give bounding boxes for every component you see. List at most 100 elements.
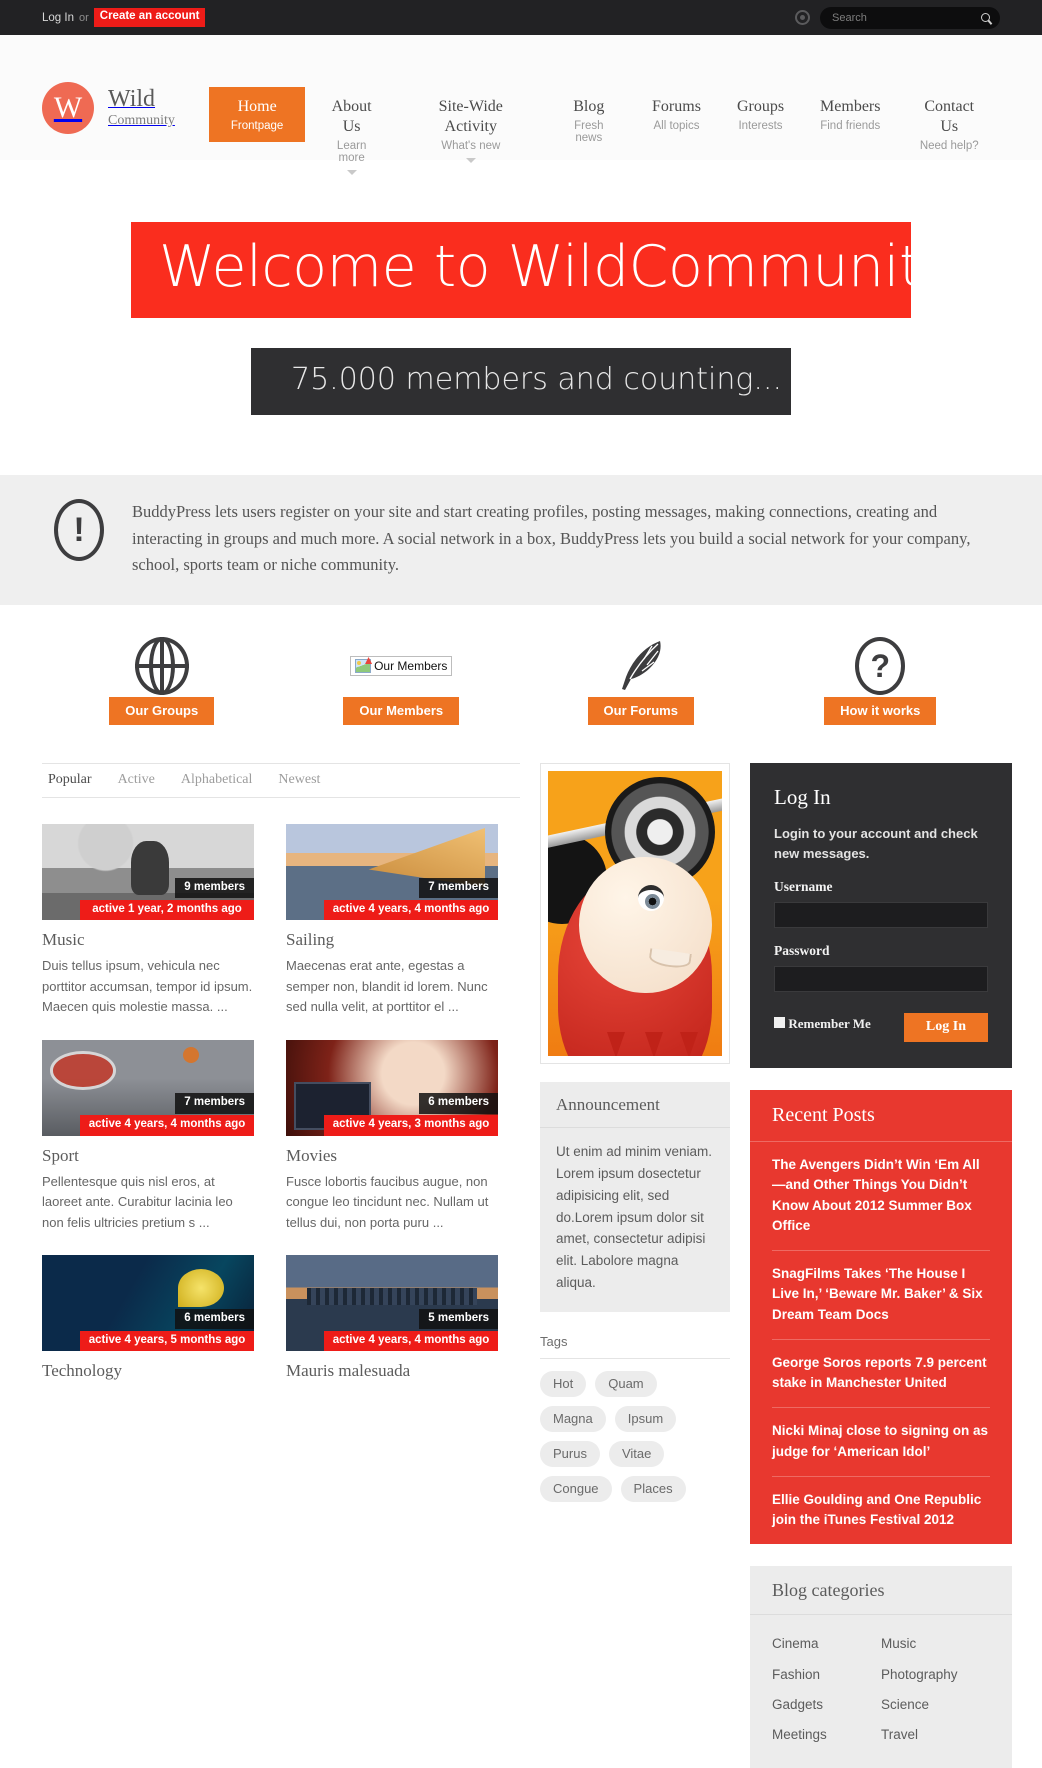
group-card[interactable]: 6 members active 4 years, 5 months ago Tec… — [42, 1255, 254, 1387]
group-title-link[interactable]: Movies — [286, 1146, 498, 1166]
recent-post-link[interactable]: George Soros reports 7.9 percent stake i… — [772, 1340, 990, 1408]
tag-chip[interactable]: Congue — [540, 1476, 612, 1503]
search-box[interactable] — [820, 6, 1000, 29]
recent-post-item: The Avengers Didn’t Win ‘Em All—and Othe… — [772, 1142, 990, 1251]
group-card[interactable]: 7 members active 4 years, 4 months ago Spo… — [42, 1039, 254, 1234]
blog-category-link[interactable]: Science — [881, 1690, 990, 1720]
blog-category-link[interactable]: Fashion — [772, 1660, 881, 1690]
nav-item-about-us[interactable]: About Us Learn more — [305, 87, 398, 185]
nav-item-subtitle: All topics — [653, 120, 700, 132]
group-title-link[interactable]: Music — [42, 930, 254, 950]
our-forums-button[interactable]: Our Forums — [587, 697, 694, 725]
blog-category-link[interactable]: Gadgets — [772, 1690, 881, 1720]
site-logo[interactable]: W Wild Community — [42, 82, 175, 134]
group-tab-alphabetical[interactable]: Alphabetical — [181, 772, 253, 788]
nav-item-home[interactable]: Home Frontpage — [208, 87, 306, 142]
group-card[interactable]: 9 members active 1 year, 2 months ago Musi… — [42, 824, 254, 1018]
site-header: W Wild Community Home Frontpage About Us Le… — [0, 35, 1042, 175]
group-thumbnail[interactable]: 9 members active 1 year, 2 months ago — [42, 824, 254, 920]
feature-our-groups[interactable]: Our Groups — [42, 635, 282, 745]
tag-chip[interactable]: Purus — [540, 1441, 600, 1468]
remember-me-checkbox[interactable]: Remember Me — [774, 1016, 871, 1032]
hero-title: Welcome to WildCommunity — [159, 234, 955, 300]
group-thumbnail[interactable]: 6 members active 4 years, 5 months ago — [42, 1255, 254, 1352]
tag-chip[interactable]: Ipsum — [614, 1406, 677, 1433]
login-submit-button[interactable]: Log In — [903, 1013, 988, 1042]
hero-section: Welcome to WildCommunity 75.000 members … — [0, 160, 1042, 475]
nav-item-label: Members — [820, 98, 881, 115]
group-member-count-badge: 7 members — [175, 1093, 254, 1114]
recent-post-link[interactable]: The Avengers Didn’t Win ‘Em All—and Othe… — [772, 1142, 990, 1250]
group-card[interactable]: 7 members active 4 years, 4 months ago Sai… — [286, 824, 498, 1018]
recent-post-link[interactable]: Ellie Goulding and One Republic join the… — [772, 1477, 990, 1545]
feature-our-forums[interactable]: Our Forums — [521, 635, 761, 745]
feature-our-members[interactable]: Our Members Our Members — [282, 635, 522, 745]
globe-icon — [134, 637, 189, 695]
group-title-link[interactable]: Technology — [42, 1361, 254, 1381]
nav-item-site-wide-activity[interactable]: Site-Wide Activity What's new — [398, 87, 544, 173]
hero-subtitle-banner: 75.000 members and counting... — [251, 347, 791, 415]
info-notice-bar: ! BuddyPress lets users register on your… — [0, 474, 1042, 605]
group-last-active-badge: active 4 years, 4 months ago — [80, 1115, 254, 1136]
group-thumbnail[interactable]: 6 members active 4 years, 3 months ago — [286, 1039, 498, 1136]
brand-subtitle: Community — [108, 113, 175, 129]
recent-post-link[interactable]: SnagFilms Takes ‘The House I Live In,’ ‘… — [772, 1251, 990, 1339]
search-input[interactable] — [832, 11, 974, 24]
rss-icon[interactable] — [795, 10, 810, 25]
group-title-link[interactable]: Mauris malesuada — [286, 1361, 498, 1381]
nav-item-blog[interactable]: Blog Fresh news — [544, 87, 634, 154]
recent-post-link[interactable]: Nicki Minaj close to signing on as judge… — [772, 1408, 990, 1476]
group-tab-popular[interactable]: Popular — [48, 772, 92, 788]
blog-category-link[interactable]: Photography — [881, 1660, 990, 1690]
tag-chip[interactable]: Vitae — [608, 1441, 665, 1468]
our-members-button[interactable]: Our Members — [343, 697, 460, 725]
nav-item-subtitle: Find friends — [820, 120, 881, 132]
group-thumbnail[interactable]: 7 members active 4 years, 4 months ago — [42, 1039, 254, 1136]
announcement-title: Announcement — [540, 1082, 730, 1128]
create-account-button[interactable]: Create an account — [93, 8, 206, 27]
blog-category-link[interactable]: Meetings — [772, 1720, 881, 1750]
group-card[interactable]: 5 members active 4 years, 4 months ago Mau… — [286, 1255, 498, 1387]
checkbox-box-icon[interactable] — [774, 1017, 785, 1028]
login-widget-description: Login to your account and check new mess… — [774, 826, 978, 861]
tag-chip[interactable]: Hot — [540, 1371, 587, 1398]
login-link[interactable]: Log In — [42, 12, 74, 24]
group-title-link[interactable]: Sport — [42, 1146, 254, 1166]
blog-categories-widget: Blog categories Cinema Music Fashion Photog… — [750, 1566, 1012, 1768]
group-sort-tabs: Popular Active Alphabetical Newest — [42, 763, 520, 798]
group-member-count-badge: 6 members — [419, 1093, 498, 1114]
tag-chip[interactable]: Quam — [595, 1371, 657, 1398]
group-tab-newest[interactable]: Newest — [278, 772, 320, 788]
login-widget: Log In Login to your account and check n… — [750, 763, 1012, 1068]
tag-chip[interactable]: Places — [620, 1476, 686, 1503]
group-card[interactable]: 6 members active 4 years, 3 months ago Mov… — [286, 1039, 498, 1234]
blog-categories-list: Cinema Music Fashion Photography Gadgets Scie… — [750, 1615, 1012, 1768]
group-member-count-badge: 6 members — [175, 1308, 254, 1330]
topbar-auth-group: Log In or Create an account — [42, 8, 206, 27]
nav-item-forums[interactable]: Forums All topics — [634, 87, 719, 142]
nav-item-groups[interactable]: Groups Interests — [719, 87, 802, 142]
group-thumbnail[interactable]: 5 members active 4 years, 4 months ago — [286, 1255, 498, 1352]
blog-category-link[interactable]: Music — [881, 1629, 990, 1659]
blog-category-link[interactable]: Cinema — [772, 1629, 881, 1659]
feature-how-it-works[interactable]: ? How it works — [761, 635, 1001, 745]
search-submit-button[interactable] — [974, 7, 996, 29]
nav-item-members[interactable]: Members Find friends — [802, 87, 898, 142]
tag-list: Hot Quam Magna Ipsum Purus Vitae Congue Places — [540, 1359, 730, 1503]
nav-item-contact-us[interactable]: Contact Us Need help? — [898, 87, 1000, 162]
group-description: Duis tellus ipsum, vehicula nec porttito… — [42, 958, 253, 1015]
password-field[interactable] — [774, 966, 988, 992]
groups-column: Popular Active Alphabetical Newest 9 member… — [42, 763, 520, 1387]
recent-post-item: Nicki Minaj close to signing on as judge… — [772, 1408, 990, 1477]
how-it-works-button[interactable]: How it works — [824, 697, 937, 725]
login-widget-title: Log In — [774, 785, 831, 809]
username-field[interactable] — [774, 902, 988, 928]
tag-chip[interactable]: Magna — [540, 1406, 606, 1433]
blog-category-link[interactable]: Travel — [881, 1720, 990, 1750]
our-groups-button[interactable]: Our Groups — [109, 697, 215, 725]
group-tab-active[interactable]: Active — [118, 772, 155, 788]
question-mark-icon: ? — [855, 637, 906, 695]
group-title-link[interactable]: Sailing — [286, 930, 498, 950]
announcement-body: Ut enim ad minim veniam. Lorem ipsum dos… — [556, 1144, 713, 1291]
group-thumbnail[interactable]: 7 members active 4 years, 4 months ago — [286, 824, 498, 920]
